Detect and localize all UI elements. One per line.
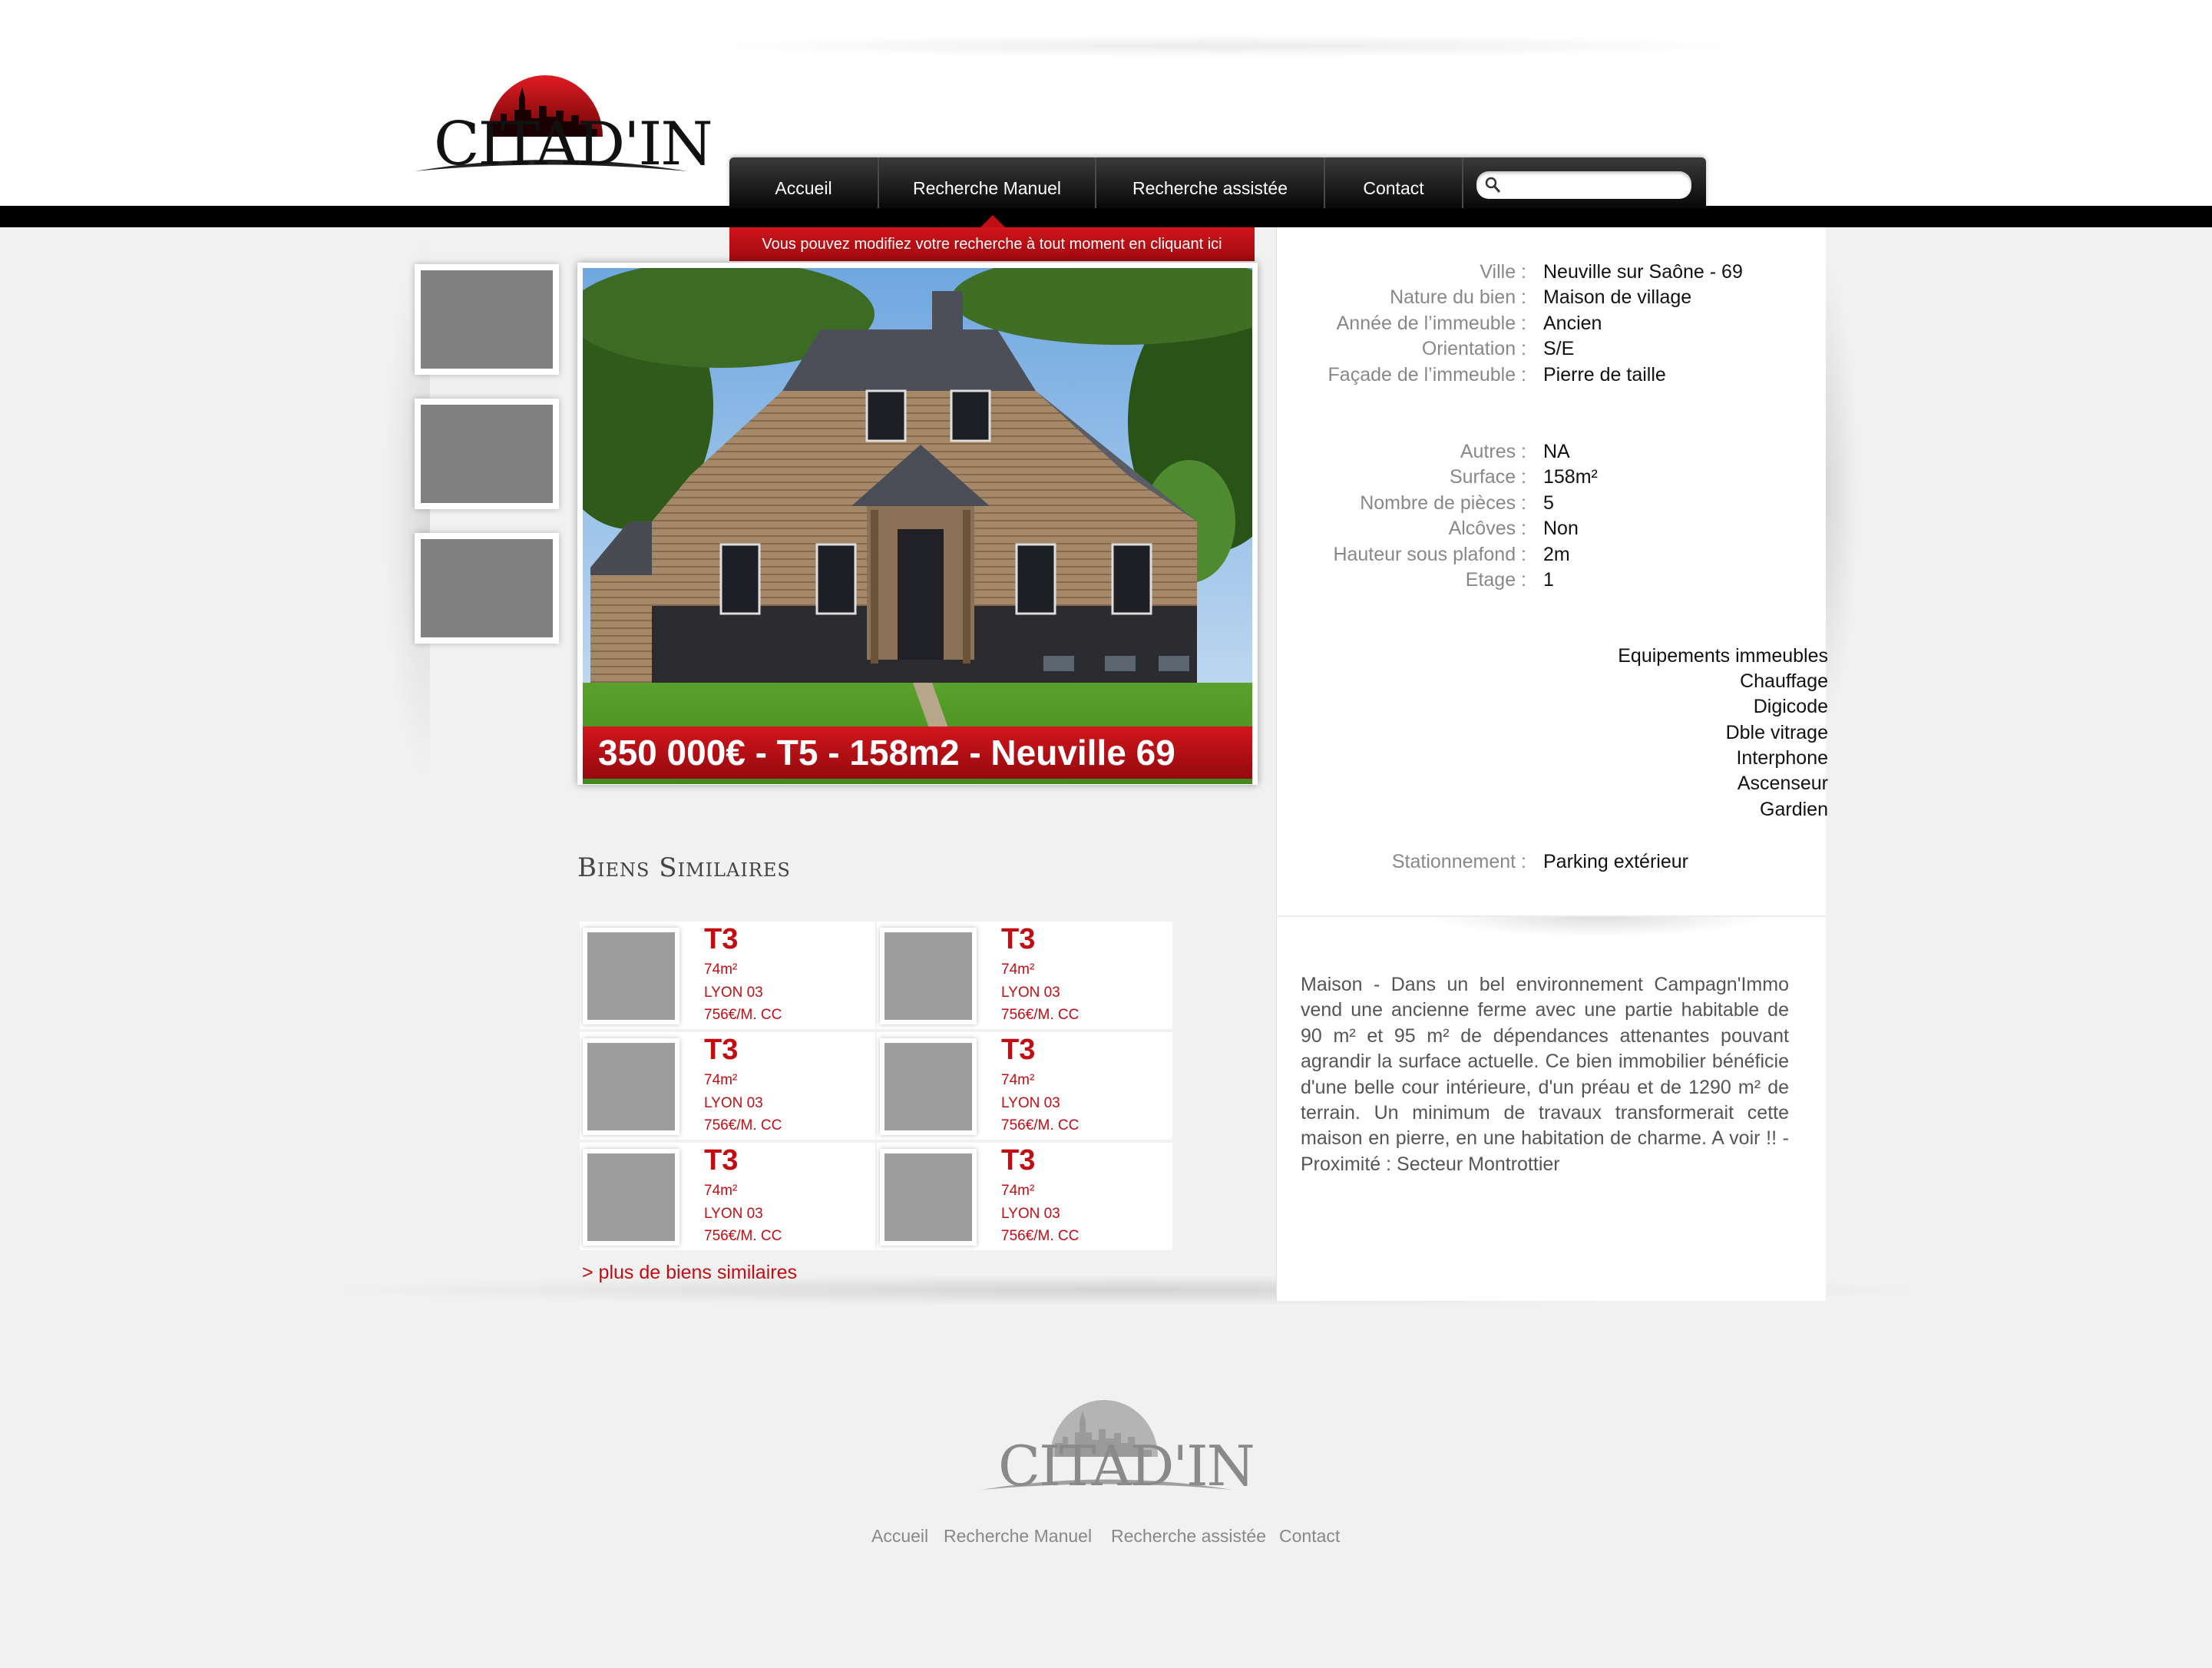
search-input[interactable] — [1506, 174, 1682, 196]
footer-logo[interactable]: CITAD'IN — [975, 1394, 1255, 1498]
detail-label: Alcôves : — [1448, 518, 1526, 540]
footer-link-accueil[interactable]: Accueil — [871, 1526, 928, 1547]
photo-thumbnail-3[interactable] — [415, 533, 559, 644]
similar-listing-image — [880, 1038, 977, 1135]
similar-listing-image — [583, 1149, 679, 1246]
detail-value: 158m² — [1543, 466, 1598, 488]
similar-listing-card[interactable]: T3 74m² LYON 03 756€/M. CC — [877, 1032, 1172, 1140]
detail-label: Année de l’immeuble : — [1336, 312, 1526, 334]
nav-item-recherche-assistee[interactable]: Recherche assistée — [1096, 157, 1325, 208]
detail-label: Orientation : — [1421, 338, 1526, 360]
footer-link-recherche-manuel[interactable]: Recherche Manuel — [944, 1526, 1092, 1547]
similar-type: T3 — [1001, 923, 1036, 955]
detail-label: Etage : — [1465, 569, 1526, 591]
similar-surface: 74m² — [704, 961, 738, 978]
house-photo — [583, 268, 1252, 784]
similar-listing-image — [583, 928, 679, 1024]
detail-value: Pierre de taille — [1543, 363, 1666, 386]
detail-label: Nature du bien : — [1390, 286, 1526, 309]
header-shadow — [691, 35, 1766, 58]
equipment-item: Dble vitrage — [1725, 722, 1828, 743]
detail-value: Maison de village — [1543, 286, 1692, 309]
equipment-item: Interphone — [1736, 747, 1828, 769]
similar-listing-image — [880, 1149, 977, 1246]
detail-label: Hauteur sous plafond : — [1333, 543, 1526, 565]
similar-listing-card[interactable]: T3 74m² LYON 03 756€/M. CC — [877, 922, 1172, 1029]
detail-value: Non — [1543, 518, 1579, 540]
nav-item-recherche-manuel[interactable]: Recherche Manuel — [879, 157, 1096, 208]
listing-headline: 350 000€ - T5 - 158m2 - Neuville 69 — [583, 726, 1252, 779]
detail-label: Surface : — [1449, 466, 1526, 488]
similar-listing-card[interactable]: T3 74m² LYON 03 756€/M. CC — [580, 1143, 875, 1250]
detail-label: Stationnement : — [1391, 851, 1526, 872]
detail-value: NA — [1543, 441, 1570, 462]
similar-surface: 74m² — [1001, 961, 1035, 978]
similar-price: 756€/M. CC — [704, 1007, 782, 1023]
similar-surface: 74m² — [704, 1183, 738, 1199]
similar-type: T3 — [704, 1144, 739, 1177]
detail-value: S/E — [1543, 338, 1575, 360]
modify-search-notice[interactable]: Vous pouvez modifiez votre recherche à t… — [729, 227, 1255, 261]
similar-listing-image — [880, 928, 977, 1024]
detail-value: 2m — [1543, 543, 1570, 565]
similar-listing-card[interactable]: T3 74m² LYON 03 756€/M. CC — [877, 1143, 1172, 1250]
equipment-heading: Equipements immeubles — [1618, 645, 1828, 667]
similar-surface: 74m² — [1001, 1183, 1035, 1199]
equipment-item: Digicode — [1753, 696, 1828, 717]
equipment-item: Chauffage — [1740, 670, 1828, 692]
similar-section-title: Biens Similaires — [577, 852, 791, 883]
detail-label: Autres : — [1460, 441, 1526, 462]
detail-value: 1 — [1543, 569, 1554, 591]
detail-value: Neuville sur Saône - 69 — [1543, 261, 1743, 283]
similar-city: LYON 03 — [1001, 1095, 1060, 1111]
nav-item-contact[interactable]: Contact — [1325, 157, 1463, 208]
equipment-item: Gardien — [1760, 799, 1828, 820]
footer-link-contact[interactable]: Contact — [1279, 1526, 1340, 1547]
detail-value: Parking extérieur — [1543, 851, 1688, 872]
similar-price: 756€/M. CC — [704, 1117, 782, 1134]
detail-label: Nombre de pièces : — [1360, 491, 1526, 514]
detail-value: 5 — [1543, 491, 1554, 514]
similar-type: T3 — [704, 923, 739, 955]
listing-description: Maison - Dans un bel environnement Campa… — [1301, 974, 1789, 1175]
search-box[interactable] — [1476, 171, 1691, 199]
similar-type: T3 — [1001, 1034, 1036, 1066]
similar-price: 756€/M. CC — [1001, 1228, 1080, 1244]
main-photo[interactable]: 350 000€ - T5 - 158m2 - Neuville 69 — [577, 263, 1258, 785]
similar-listing-card[interactable]: T3 74m² LYON 03 756€/M. CC — [580, 922, 875, 1029]
nav-item-accueil[interactable]: Accueil — [729, 157, 879, 208]
similar-city: LYON 03 — [1001, 985, 1060, 1001]
similar-listing-card[interactable]: T3 74m² LYON 03 756€/M. CC — [580, 1032, 875, 1140]
similar-type: T3 — [1001, 1144, 1036, 1177]
similar-price: 756€/M. CC — [704, 1228, 782, 1244]
similar-price: 756€/M. CC — [1001, 1007, 1080, 1023]
detail-value: Ancien — [1543, 312, 1602, 334]
similar-city: LYON 03 — [704, 985, 763, 1001]
similar-city: LYON 03 — [1001, 1206, 1060, 1222]
similar-city: LYON 03 — [704, 1206, 763, 1222]
equipment-item: Ascenseur — [1737, 773, 1828, 794]
similar-surface: 74m² — [704, 1072, 738, 1088]
similar-listing-image — [583, 1038, 679, 1135]
footer-link-recherche-assistee[interactable]: Recherche assistée — [1111, 1526, 1266, 1547]
detail-label: Façade de l’immeuble : — [1328, 363, 1526, 386]
photo-thumbnail-1[interactable] — [415, 264, 559, 375]
similar-price: 756€/M. CC — [1001, 1117, 1080, 1134]
more-similar-link[interactable]: > plus de biens similaires — [582, 1262, 797, 1284]
similar-city: LYON 03 — [704, 1095, 763, 1111]
similar-type: T3 — [704, 1034, 739, 1066]
detail-label: Ville : — [1480, 261, 1526, 283]
site-logo[interactable]: CITAD'IN — [407, 68, 713, 179]
similar-surface: 74m² — [1001, 1072, 1035, 1088]
logo-text: CITAD'IN — [434, 110, 713, 179]
search-icon — [1485, 177, 1501, 193]
header-band — [0, 206, 2212, 227]
footer-logo-text: CITAD'IN — [998, 1434, 1255, 1498]
notice-arrow — [980, 215, 1005, 227]
photo-thumbnail-2[interactable] — [415, 399, 559, 509]
divider-shadow — [1428, 917, 1766, 937]
